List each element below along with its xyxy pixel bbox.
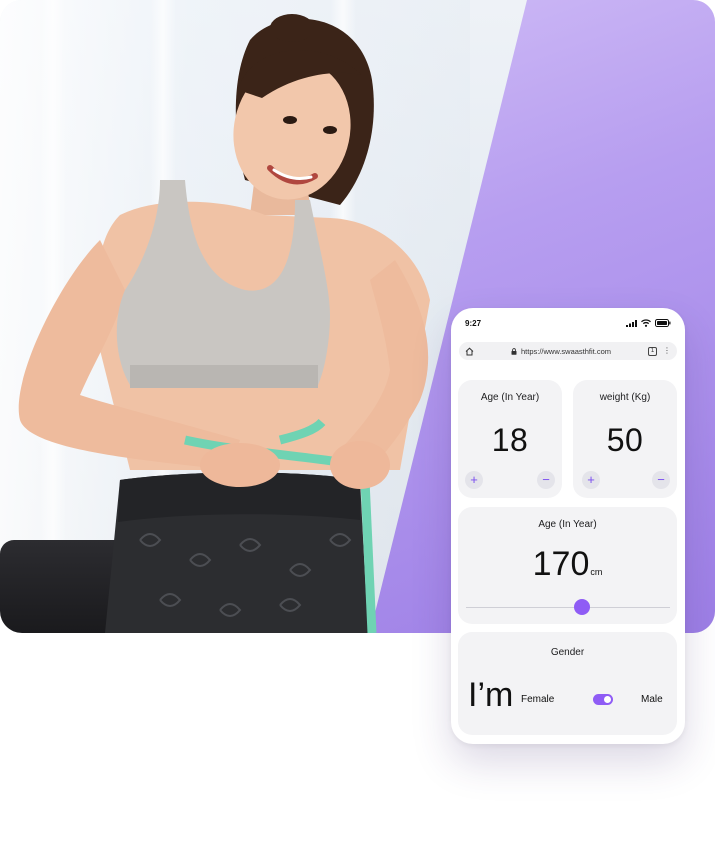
gender-lead-text: I’m <box>468 676 514 714</box>
height-card-title: Age (In Year) <box>538 519 597 530</box>
weight-increment-button[interactable]: + <box>582 471 600 489</box>
weight-card-title: weight (Kg) <box>599 392 651 403</box>
lock-icon <box>511 347 517 355</box>
status-icons <box>626 319 671 327</box>
signal-icon <box>626 319 637 327</box>
age-value: 18 <box>491 422 529 458</box>
status-bar: 9:27 <box>451 308 685 338</box>
height-readout: 170cm <box>458 545 677 584</box>
gender-card: Gender I’m Female Male <box>458 632 677 735</box>
gender-card-title: Gender <box>550 647 585 658</box>
height-unit: cm <box>590 567 603 577</box>
height-card: Age (In Year) 170cm <box>458 507 677 624</box>
height-slider-thumb[interactable] <box>574 599 591 615</box>
home-icon[interactable] <box>465 347 474 356</box>
age-increment-button[interactable]: + <box>465 471 483 489</box>
more-options-icon[interactable]: ⋮ <box>663 347 671 355</box>
phone-mockup: 9:27 https://www.swaasthfit.com 1 ⋮ Age … <box>451 308 685 744</box>
age-decrement-button[interactable]: − <box>537 471 555 489</box>
wifi-icon <box>641 319 651 327</box>
browser-url-bar[interactable]: https://www.swaasthfit.com 1 ⋮ <box>459 342 677 360</box>
age-card-title: Age (In Year) <box>480 392 540 403</box>
height-slider-track[interactable] <box>466 607 670 608</box>
url-text: https://www.swaasthfit.com <box>520 346 612 356</box>
gender-toggle[interactable] <box>593 694 613 705</box>
gender-option-male[interactable]: Male <box>641 694 663 705</box>
weight-decrement-button[interactable]: − <box>652 471 670 489</box>
tab-count-button[interactable]: 1 <box>648 346 657 356</box>
weight-card: weight (Kg) 50 + − <box>573 380 677 498</box>
battery-icon <box>655 319 671 327</box>
gender-toggle-knob <box>604 696 611 703</box>
url-display[interactable]: https://www.swaasthfit.com <box>480 347 642 356</box>
gender-option-female[interactable]: Female <box>521 694 554 705</box>
status-time: 9:27 <box>465 318 482 328</box>
age-card: Age (In Year) 18 + − <box>458 380 562 498</box>
weight-value: 50 <box>606 422 644 458</box>
height-value: 170 <box>532 545 590 583</box>
